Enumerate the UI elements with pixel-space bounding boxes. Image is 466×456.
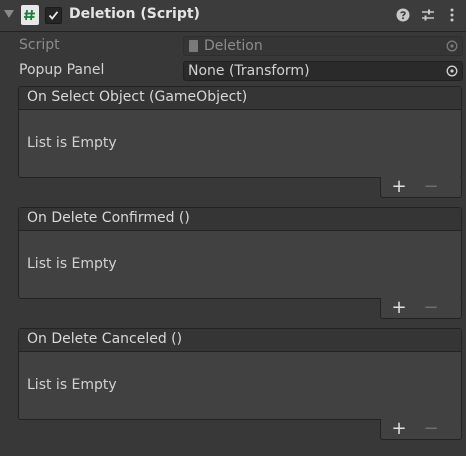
list-empty-text: List is Empty xyxy=(27,135,117,151)
component-header: Deletion (Script) xyxy=(0,0,466,32)
list-empty-text: List is Empty xyxy=(27,256,117,272)
popup-panel-label: Popup Panel xyxy=(19,62,105,78)
object-picker-icon[interactable] xyxy=(446,65,458,77)
event-header: On Select Object (GameObject) xyxy=(19,87,461,110)
event-header: On Delete Confirmed () xyxy=(19,208,461,231)
presets-icon[interactable] xyxy=(419,6,437,24)
foldout-arrow-icon[interactable] xyxy=(4,10,14,18)
help-icon[interactable] xyxy=(394,6,412,24)
component-title: Deletion (Script) xyxy=(69,6,200,22)
remove-listener-button[interactable]: − xyxy=(421,419,441,439)
popup-panel-field[interactable]: None (Transform) xyxy=(183,61,463,81)
add-listener-button[interactable]: + xyxy=(389,419,409,439)
event-header: On Delete Canceled () xyxy=(19,329,461,352)
remove-listener-button[interactable]: − xyxy=(421,298,441,318)
csharp-script-icon xyxy=(21,5,39,25)
popup-panel-value: None (Transform) xyxy=(188,63,310,79)
script-field: Deletion xyxy=(183,36,463,56)
add-listener-button[interactable]: + xyxy=(389,298,409,318)
event-list-footer: + − xyxy=(380,298,462,319)
event-title: On Delete Confirmed () xyxy=(27,210,190,226)
list-empty-text: List is Empty xyxy=(27,377,117,393)
script-field-value: Deletion xyxy=(204,38,263,54)
add-listener-button[interactable]: + xyxy=(389,177,409,197)
remove-listener-button[interactable]: − xyxy=(421,177,441,197)
event-title: On Delete Canceled () xyxy=(27,331,183,347)
event-list-footer: + − xyxy=(380,419,462,440)
event-on-select-object: On Select Object (GameObject) List is Em… xyxy=(18,86,462,178)
script-file-icon xyxy=(189,40,198,52)
script-label: Script xyxy=(19,37,60,53)
event-on-delete-confirmed: On Delete Confirmed () List is Empty xyxy=(18,207,462,299)
enabled-checkbox[interactable] xyxy=(45,7,62,24)
event-title: On Select Object (GameObject) xyxy=(27,89,248,105)
event-list-footer: + − xyxy=(380,177,462,198)
kebab-menu-icon[interactable] xyxy=(443,6,461,24)
event-on-delete-canceled: On Delete Canceled () List is Empty xyxy=(18,328,462,420)
object-picker-icon xyxy=(446,40,458,52)
